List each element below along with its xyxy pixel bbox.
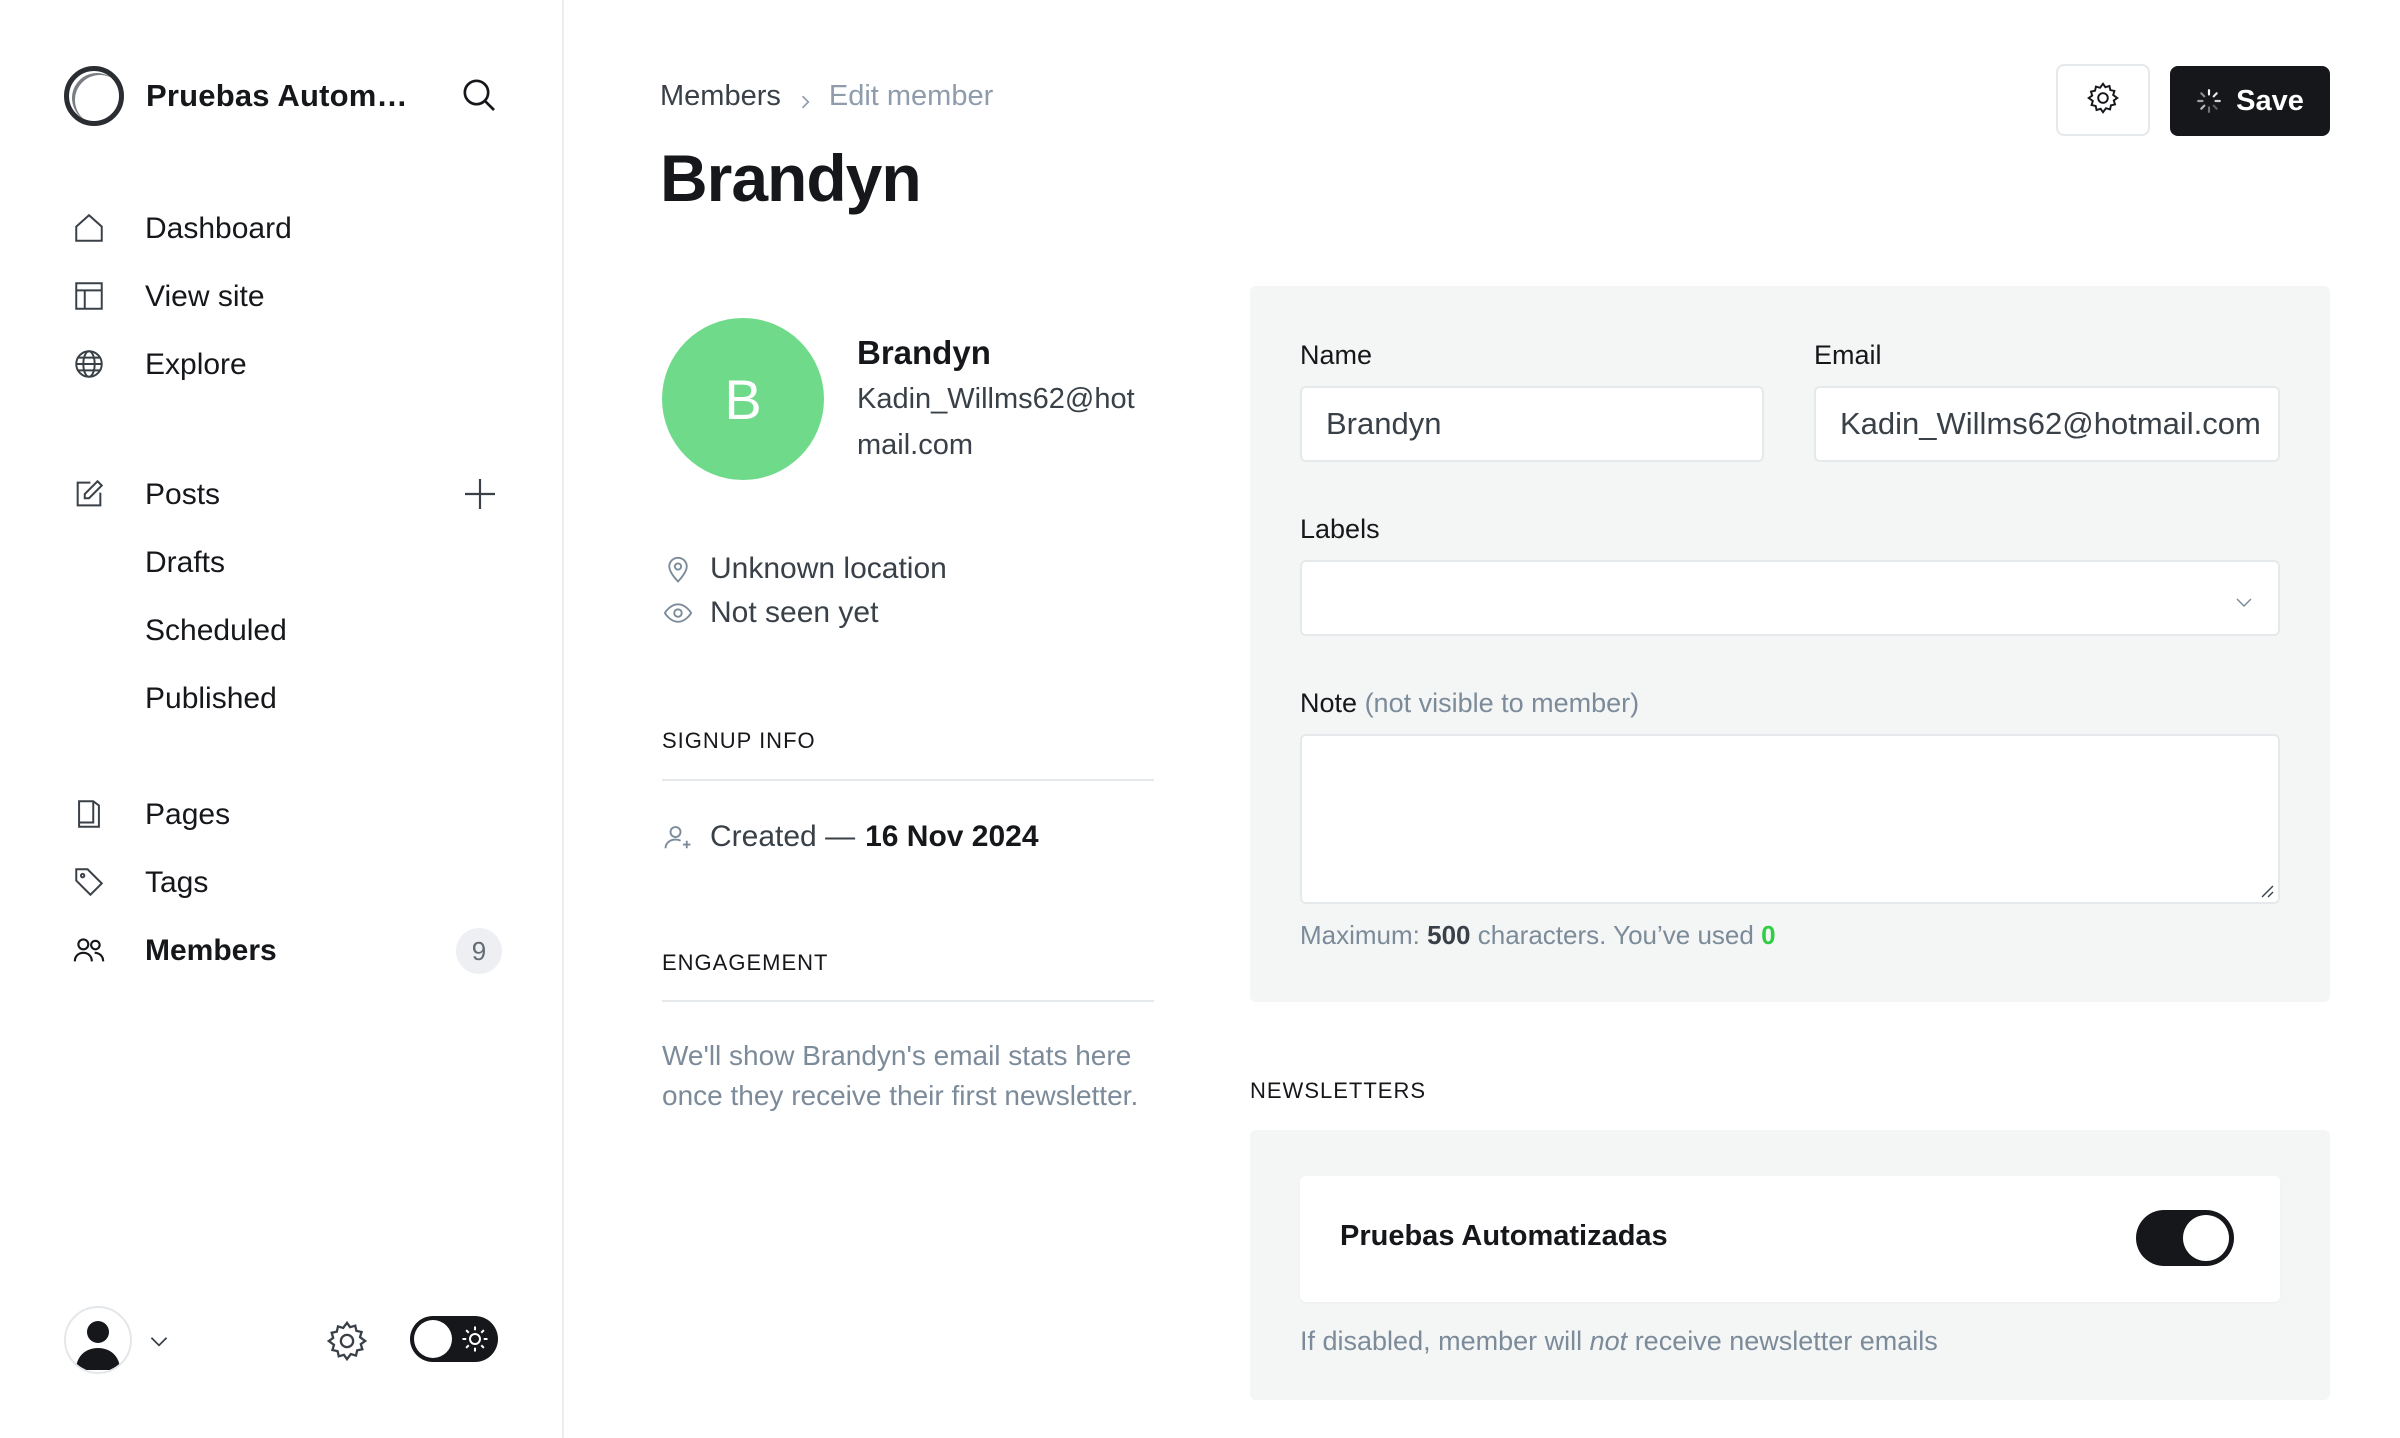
nav-label: Published (145, 682, 277, 715)
toggle-knob (2183, 1215, 2229, 1261)
breadcrumb: Members Edit member (660, 80, 993, 113)
counter-used: 0 (1761, 920, 1776, 950)
newsletter-note-emphasis: not (1589, 1326, 1628, 1356)
save-label: Save (2236, 84, 2304, 117)
note-label: Note (not visible to member) (1300, 688, 1639, 719)
newsletter-row: Pruebas Automatizadas (1300, 1176, 2280, 1302)
member-email: Kadin_Willms62@hotmail.com (857, 383, 1135, 461)
nav-label: Explore (145, 348, 247, 381)
signup-info-heading: SIGNUP INFO (662, 728, 816, 753)
signup-created: Created — 16 Nov 2024 (662, 820, 1039, 854)
counter-max: 500 (1427, 920, 1471, 950)
newsletter-name: Pruebas Automatizadas (1340, 1220, 1668, 1252)
layout-icon (72, 279, 106, 313)
member-last-seen: Not seen yet (662, 596, 878, 630)
resize-handle-icon[interactable] (2256, 880, 2274, 898)
member-settings-button[interactable] (2056, 64, 2150, 136)
email-label: Email (1814, 340, 1882, 370)
manage-nav: Pages Tags Members 9 (64, 780, 514, 984)
gear-icon (2085, 80, 2121, 121)
member-name: Brandyn (857, 334, 991, 371)
note-textarea[interactable] (1300, 734, 2280, 904)
breadcrumb-current: Edit member (828, 80, 994, 112)
nav-explore[interactable]: Explore (64, 330, 514, 398)
nav-label: View site (145, 280, 265, 313)
nav-pages[interactable]: Pages (64, 780, 514, 848)
divider (662, 779, 1154, 781)
eye-icon (662, 597, 694, 629)
location-pin-icon (662, 553, 694, 585)
spinner-icon (2196, 88, 2222, 114)
theme-toggle[interactable] (410, 1316, 498, 1362)
counter-prefix: Maximum: (1300, 920, 1420, 950)
engagement-heading: ENGAGEMENT (662, 950, 829, 975)
email-field[interactable]: Kadin_Willms62@hotmail.com (1814, 386, 2280, 462)
site-logo (64, 66, 124, 126)
nav-members[interactable]: Members 9 (64, 916, 514, 984)
divider (662, 1000, 1154, 1002)
note-label-text: Note (1300, 688, 1358, 718)
globe-icon (72, 347, 106, 381)
nav-posts[interactable]: Posts (64, 460, 514, 528)
nav-dashboard[interactable]: Dashboard (64, 194, 514, 262)
newsletter-note: If disabled, member will not receive new… (1300, 1326, 1938, 1357)
sidebar: Pruebas Automatizadas Dashboard View sit… (0, 0, 564, 1438)
note-hint: (not visible to member) (1364, 688, 1640, 718)
main-nav: Dashboard View site Explore (64, 194, 514, 398)
note-char-counter: Maximum: 500 characters. You’ve used 0 (1300, 920, 1776, 951)
new-post-plus-icon[interactable] (460, 474, 500, 514)
nav-label: Tags (145, 866, 209, 899)
counter-middle: characters. You’ve used (1477, 920, 1754, 950)
newsletters-heading: NEWSLETTERS (1250, 1078, 1427, 1103)
nav-label: Drafts (145, 546, 226, 579)
home-icon (72, 211, 106, 245)
save-button[interactable]: Save (2170, 66, 2330, 136)
nav-label: Posts (145, 478, 221, 511)
nav-tags[interactable]: Tags (64, 848, 514, 916)
created-label: Created — (710, 820, 856, 853)
tag-icon (72, 865, 106, 899)
toggle-knob (414, 1320, 452, 1358)
nav-label: Members (145, 934, 277, 967)
page-title: Brandyn (660, 141, 922, 215)
name-field[interactable]: Brandyn (1300, 386, 1764, 462)
newsletter-subscription-toggle[interactable] (2136, 1210, 2234, 1266)
edit-icon (72, 477, 106, 511)
labels-select[interactable] (1300, 560, 2280, 636)
chevron-right-icon (795, 87, 815, 108)
chevron-down-icon (2232, 586, 2256, 610)
content-nav: Posts Drafts Scheduled Published (64, 460, 514, 732)
user-plus-icon (662, 821, 694, 853)
user-avatar[interactable] (64, 1306, 132, 1374)
labels-label: Labels (1300, 514, 1380, 544)
chevron-down-icon[interactable] (146, 1328, 172, 1354)
member-location: Unknown location (662, 552, 947, 586)
newsletter-note-before: If disabled, member will (1300, 1326, 1583, 1356)
name-label: Name (1300, 340, 1373, 370)
nav-drafts[interactable]: Drafts (64, 528, 514, 596)
sidebar-footer (64, 1306, 514, 1376)
breadcrumb-members-link[interactable]: Members (660, 80, 781, 113)
pages-icon (72, 797, 106, 831)
engagement-text: We'll show Brandyn's email stats here on… (662, 1040, 1139, 1111)
search-icon[interactable] (456, 72, 502, 118)
site-brand[interactable]: Pruebas Automatizadas (64, 64, 416, 128)
members-icon (72, 933, 106, 967)
site-title: Pruebas Automatizadas (146, 78, 416, 113)
nav-label: Dashboard (145, 212, 292, 245)
settings-gear-icon[interactable] (324, 1318, 370, 1364)
member-avatar: B (662, 318, 824, 480)
nav-label: Pages (145, 798, 231, 831)
last-seen-text: Not seen yet (710, 596, 879, 629)
sun-icon (460, 1324, 490, 1354)
nav-published[interactable]: Published (64, 664, 514, 732)
members-count-badge: 9 (456, 928, 502, 974)
nav-scheduled[interactable]: Scheduled (64, 596, 514, 664)
newsletter-note-after: receive newsletter emails (1634, 1326, 1938, 1356)
nav-label: Scheduled (145, 614, 287, 647)
created-date: 16 Nov 2024 (865, 820, 1039, 853)
location-text: Unknown location (710, 552, 947, 585)
nav-view-site[interactable]: View site (64, 262, 514, 330)
